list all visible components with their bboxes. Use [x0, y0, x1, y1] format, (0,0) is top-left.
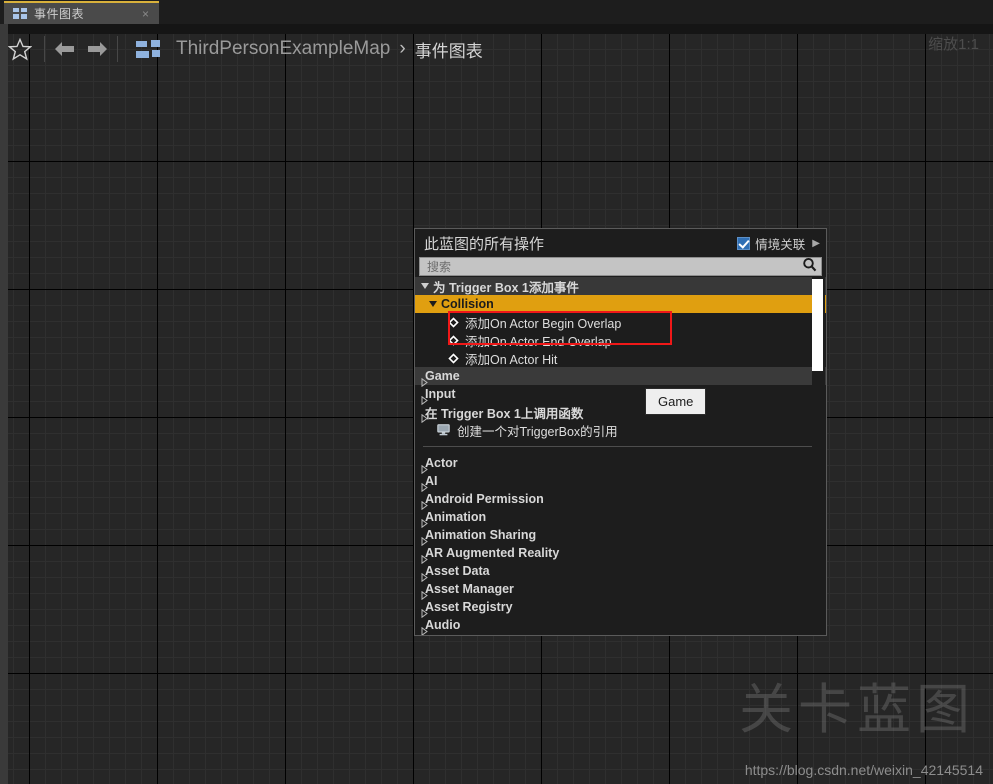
- chevron-right-icon: ›: [399, 38, 406, 59]
- list-group-ai[interactable]: AI: [415, 472, 826, 493]
- blueprint-editor-window: 事件图表 × ThirdPersonExampleMap › 事件图表 缩放1:…: [0, 0, 993, 784]
- event-diamond-icon: [446, 351, 461, 365]
- scrollbar-track[interactable]: [812, 277, 825, 635]
- search-box[interactable]: [419, 257, 822, 276]
- breadcrumb-root[interactable]: ThirdPersonExampleMap: [176, 38, 390, 60]
- list-item-label: 添加On Actor Begin Overlap: [465, 316, 622, 331]
- toolbar-divider-2: [117, 36, 118, 62]
- list-item-on-actor-hit[interactable]: 添加On Actor Hit: [415, 349, 826, 367]
- category-list[interactable]: Actor AI Android Permission Animation Animat…: [415, 454, 826, 635]
- list-group-label: Collision: [441, 297, 494, 311]
- chevron-down-icon: [429, 301, 437, 307]
- list-item-label: 添加On Actor Hit: [465, 352, 558, 367]
- search-input[interactable]: [427, 258, 802, 275]
- checkbox-checked-icon[interactable]: [737, 236, 751, 250]
- breadcrumb-current: 事件图表: [414, 41, 483, 61]
- star-icon[interactable]: [0, 29, 40, 69]
- list-item-on-actor-begin-overlap[interactable]: 添加On Actor Begin Overlap: [415, 313, 826, 331]
- blueprint-icon: [136, 39, 162, 59]
- list-section-label: 在 Trigger Box 1上调用函数: [425, 406, 584, 421]
- list-section-call-function[interactable]: 在 Trigger Box 1上调用函数: [415, 403, 826, 424]
- list-group-asset-data[interactable]: Asset Data: [415, 562, 826, 583]
- list-group-animation[interactable]: Animation: [415, 508, 826, 529]
- list-group-label: Actor: [425, 456, 458, 470]
- blueprint-action-menu: 此蓝图的所有操作 情境关联 ▶ 为 Trigger Box 1添加事件: [414, 228, 827, 636]
- list-group-ar-augmented-reality[interactable]: AR Augmented Reality: [415, 544, 826, 565]
- list-item-create-reference[interactable]: 创建一个对TriggerBox的引用: [415, 421, 826, 439]
- list-group-label: AR Augmented Reality: [425, 546, 560, 560]
- canvas-left-edge: [0, 24, 8, 784]
- list-group-label: Android Permission: [425, 492, 544, 506]
- list-group-asset-registry[interactable]: Asset Registry: [415, 598, 826, 619]
- arrow-left-icon[interactable]: [49, 29, 81, 69]
- toolbar-divider: [44, 36, 45, 62]
- tab-label: 事件图表: [34, 7, 85, 21]
- chevron-right-icon[interactable]: ▶: [812, 238, 820, 249]
- list-group-collision[interactable]: Collision: [415, 295, 826, 313]
- list-group-input[interactable]: Input: [415, 385, 826, 406]
- search-icon[interactable]: [802, 257, 817, 277]
- list-group-label: Input: [425, 387, 456, 401]
- panel-title: 此蓝图的所有操作: [424, 235, 545, 253]
- monitor-icon: [437, 424, 450, 436]
- blueprint-icon: [13, 7, 27, 20]
- list-group-actor[interactable]: Actor: [415, 454, 826, 475]
- close-icon[interactable]: ×: [142, 7, 149, 21]
- list-section-add-event[interactable]: 为 Trigger Box 1添加事件: [415, 277, 826, 295]
- list-divider: [423, 446, 818, 447]
- list-group-label: Audio: [425, 618, 461, 632]
- event-diamond-icon: [446, 315, 461, 329]
- list-group-asset-manager[interactable]: Asset Manager: [415, 580, 826, 601]
- context-sensitive-toggle[interactable]: 情境关联 ▶: [737, 234, 820, 253]
- tooltip-game: Game: [645, 388, 707, 415]
- list-group-label: Animation: [425, 510, 487, 524]
- chevron-down-icon: [421, 283, 429, 289]
- list-group-label: Asset Registry: [425, 600, 513, 614]
- list-item-label: 添加On Actor End Overlap: [465, 334, 612, 349]
- list-section-label: 为 Trigger Box 1添加事件: [433, 280, 579, 295]
- list-group-label: Game: [425, 369, 460, 383]
- tab-event-graph[interactable]: 事件图表 ×: [4, 1, 159, 24]
- scrollbar-thumb[interactable]: [812, 279, 823, 371]
- panel-header: 此蓝图的所有操作 情境关联 ▶: [415, 229, 826, 257]
- list-item-on-actor-end-overlap[interactable]: 添加On Actor End Overlap: [415, 331, 826, 349]
- list-group-android-permission[interactable]: Android Permission: [415, 490, 826, 511]
- tab-bar: 事件图表 ×: [0, 0, 993, 24]
- zoom-level-label: 缩放1:1: [928, 36, 979, 53]
- list-group-label: Animation Sharing: [425, 528, 537, 542]
- watermark-text: 关卡蓝图: [739, 680, 975, 740]
- list-group-label: AI: [425, 474, 438, 488]
- list-group-label: Asset Manager: [425, 582, 514, 596]
- list-group-audio[interactable]: Audio: [415, 616, 826, 635]
- list-group-game[interactable]: Game: [415, 367, 826, 388]
- event-diamond-icon: [446, 333, 461, 347]
- list-item-label: 创建一个对TriggerBox的引用: [457, 424, 618, 439]
- context-sensitive-label: 情境关联: [755, 237, 806, 252]
- action-list[interactable]: 为 Trigger Box 1添加事件 Collision 添加On Actor…: [415, 277, 826, 635]
- watermark-url: https://blog.csdn.net/weixin_42145514: [744, 762, 983, 778]
- list-group-label: Asset Data: [425, 564, 490, 578]
- list-group-animation-sharing[interactable]: Animation Sharing: [415, 526, 826, 547]
- arrow-right-icon[interactable]: [81, 29, 113, 69]
- breadcrumb-toolbar: ThirdPersonExampleMap › 事件图表: [0, 29, 993, 69]
